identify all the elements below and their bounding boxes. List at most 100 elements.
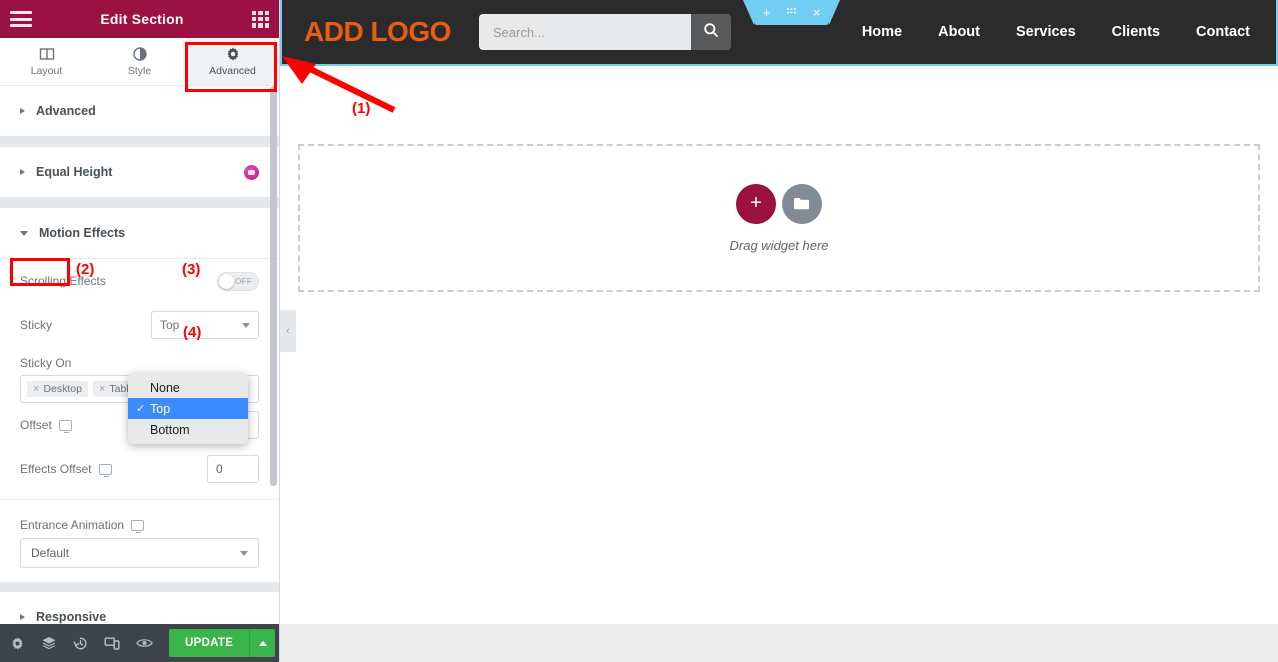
panel-title: Edit Section [100, 11, 184, 27]
pro-badge-icon [244, 164, 259, 180]
chevron-right-icon [20, 614, 25, 620]
annotation-label-3: (3) [182, 261, 201, 278]
sticky-select[interactable]: Top [151, 311, 259, 339]
settings-gear-icon[interactable] [10, 636, 25, 651]
desktop-icon[interactable] [58, 419, 72, 433]
editor-panel: Edit Section Layout Style Advanced Advan… [0, 0, 280, 662]
add-section-icon[interactable]: + [754, 0, 779, 25]
entrance-animation-label-text: Entrance Animation [20, 518, 125, 532]
search-icon [703, 22, 719, 43]
chip-remove-icon[interactable]: × [99, 383, 105, 395]
section-responsive[interactable]: Responsive [0, 592, 279, 624]
dropdown-option-bottom-label: Bottom [150, 422, 190, 437]
drag-handle-icon[interactable] [779, 0, 804, 25]
section-divider [0, 137, 279, 147]
plus-icon[interactable]: + [736, 183, 776, 224]
elementor-editor: Edit Section Layout Style Advanced Advan… [0, 0, 1278, 662]
gear-icon [225, 46, 241, 62]
close-icon[interactable]: × [804, 0, 829, 25]
grid-apps-icon[interactable] [251, 10, 269, 28]
sticky-label: Sticky [20, 318, 53, 332]
chevron-down-icon [242, 322, 250, 328]
search-widget: Search... [478, 14, 731, 50]
dropdown-option-none-label: None [150, 380, 180, 395]
update-button-group: UPDATE [169, 629, 276, 657]
nav-item-services[interactable]: Services [1016, 24, 1076, 40]
panel-collapse-handle[interactable]: ‹ [280, 310, 296, 352]
chip-desktop[interactable]: × Desktop [27, 381, 88, 397]
tab-layout-label: Layout [30, 65, 63, 77]
nav-item-contact[interactable]: Contact [1196, 24, 1250, 40]
contrast-icon [132, 46, 148, 62]
section-divider [0, 198, 279, 208]
panel-scroll-area: Advanced Equal Height Motion Effects Scr… [0, 86, 279, 624]
drop-zone-text: Drag widget here [729, 237, 829, 253]
section-equal-height[interactable]: Equal Height [0, 147, 279, 198]
chevron-right-icon [20, 169, 25, 175]
responsive-mode-icon[interactable] [104, 636, 120, 651]
panel-scrollbar[interactable] [270, 86, 277, 486]
nav-item-home[interactable]: Home [862, 24, 902, 40]
section-divider [0, 582, 279, 592]
preview-eye-icon[interactable] [136, 637, 153, 649]
search-button[interactable] [690, 14, 731, 50]
hamburger-icon[interactable] [10, 11, 32, 27]
section-equal-height-label: Equal Height [36, 165, 113, 179]
desktop-icon[interactable] [98, 463, 112, 477]
desktop-icon[interactable] [131, 519, 145, 533]
chip-desktop-label: Desktop [43, 383, 82, 395]
nav-item-clients[interactable]: Clients [1112, 24, 1160, 40]
annotation-label-1: (1) [352, 100, 371, 117]
section-motion-effects-header[interactable]: Motion Effects [0, 208, 279, 258]
check-icon: ✓ [136, 403, 146, 415]
site-nav: Home About Services Clients Contact [862, 24, 1254, 40]
dropdown-option-top-label: Top [150, 401, 171, 416]
dropdown-option-top[interactable]: ✓ Top [128, 398, 248, 419]
columns-icon [39, 46, 55, 62]
dropdown-option-none[interactable]: None [128, 377, 248, 398]
section-advanced[interactable]: Advanced [0, 86, 279, 137]
sticky-on-label: Sticky On [20, 356, 72, 370]
panel-tabs: Layout Style Advanced [0, 38, 279, 86]
section-advanced-label: Advanced [36, 104, 96, 118]
effects-offset-label-text: Effects Offset [20, 462, 92, 476]
tab-layout[interactable]: Layout [0, 38, 93, 85]
widget-drop-section[interactable]: + Drag widget here [298, 144, 1260, 292]
update-button[interactable]: UPDATE [169, 629, 250, 657]
navigator-layers-icon[interactable] [41, 635, 57, 651]
section-advanced-header[interactable]: Advanced [0, 86, 279, 136]
effects-offset-input[interactable] [207, 455, 259, 483]
dropdown-option-bottom[interactable]: Bottom [128, 419, 248, 440]
toggle-state-label: OFF [235, 275, 252, 286]
section-responsive-header[interactable]: Responsive [0, 592, 279, 624]
entrance-animation-group: Entrance Animation Default [0, 499, 279, 582]
panel-bottom-bar: UPDATE [0, 624, 279, 662]
chevron-down-icon [20, 230, 28, 236]
search-input[interactable]: Search... [478, 14, 691, 50]
section-motion-effects[interactable]: Motion Effects [0, 208, 279, 259]
effects-offset-row: Effects Offset [20, 447, 259, 491]
update-options-button[interactable] [249, 629, 276, 657]
section-equal-height-header[interactable]: Equal Height [0, 147, 279, 197]
scrolling-effects-label: Scrolling Effects [20, 274, 106, 288]
scrolling-effects-toggle[interactable]: OFF [217, 271, 259, 291]
section-motion-effects-label: Motion Effects [39, 226, 126, 240]
site-logo[interactable]: ADD LOGO [304, 16, 451, 48]
sticky-dropdown-menu[interactable]: None ✓ Top Bottom [128, 373, 248, 444]
entrance-animation-select[interactable]: Default [20, 538, 259, 568]
annotation-label-4: (4) [183, 324, 202, 341]
tab-advanced[interactable]: Advanced [186, 38, 279, 85]
entrance-animation-value: Default [31, 546, 70, 560]
tab-style[interactable]: Style [93, 38, 186, 85]
offset-label-text: Offset [20, 418, 52, 432]
chevron-down-icon [240, 550, 248, 556]
history-icon[interactable] [73, 636, 88, 651]
chevron-up-icon [258, 640, 267, 646]
site-header-section[interactable]: ADD LOGO Search... Home About Services C… [280, 0, 1278, 66]
nav-item-about[interactable]: About [938, 24, 980, 40]
chevron-right-icon [20, 108, 25, 114]
scrolling-effects-row: Scrolling Effects OFF [20, 259, 259, 303]
chip-remove-icon[interactable]: × [33, 383, 39, 395]
folder-icon[interactable] [782, 183, 822, 224]
toggle-knob [219, 273, 234, 289]
